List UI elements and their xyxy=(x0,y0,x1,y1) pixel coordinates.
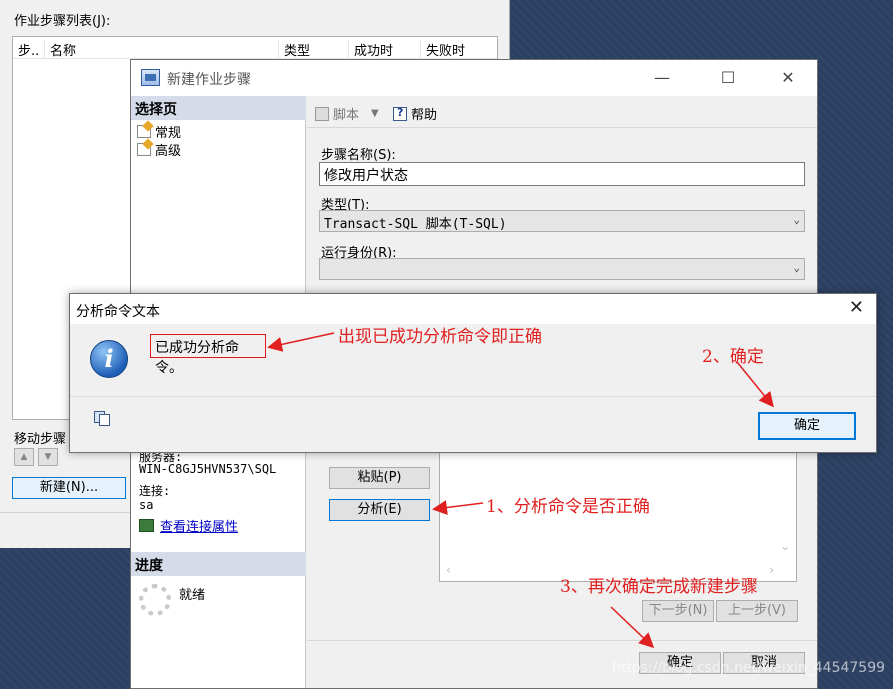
dialog-titlebar[interactable]: 新建作业步骤 — ☐ ✕ xyxy=(131,60,817,96)
command-textarea[interactable]: ⌄ ‹ › xyxy=(439,452,797,582)
paste-button[interactable]: 粘贴(P) xyxy=(329,467,430,489)
type-select[interactable]: Transact-SQL 脚本(T-SQL) ⌄ xyxy=(319,210,805,232)
progress-header: 进度 xyxy=(131,552,306,576)
message-box-title: 分析命令文本 xyxy=(76,304,160,320)
message-footer: 确定 xyxy=(70,396,876,452)
parse-result-message-box: 分析命令文本 ✕ i 已成功分析命令。 确定 xyxy=(69,293,877,453)
link-label: 查看连接属性 xyxy=(160,520,239,535)
chevron-down-icon[interactable]: ▼ xyxy=(371,108,379,119)
help-label: 帮助 xyxy=(411,108,438,123)
info-icon: i xyxy=(90,340,128,378)
nav-item-label: 常规 xyxy=(155,126,182,141)
help-button[interactable]: 帮助 xyxy=(393,104,437,123)
dialog-title: 新建作业步骤 xyxy=(167,72,251,88)
annotation-step-3: 3、再次确定完成新建步骤 xyxy=(560,577,758,597)
close-icon[interactable]: ✕ xyxy=(765,66,811,90)
scroll-left-icon[interactable]: ‹ xyxy=(446,563,451,577)
progress-status: 就绪 xyxy=(179,588,206,603)
annotation-step-2: 2、确定 xyxy=(702,347,764,367)
prev-step-button[interactable]: 上一步(V) xyxy=(716,600,798,622)
view-connection-properties-link[interactable]: 查看连接属性 xyxy=(139,516,238,535)
annotation-step-1: 1、分析命令是否正确 xyxy=(486,497,650,517)
move-step-label: 移动步骤 xyxy=(14,432,67,447)
close-icon[interactable]: ✕ xyxy=(849,297,864,318)
server-value: WIN-C8GJ5HVN537\SQL xyxy=(139,462,277,476)
chevron-down-icon: ⌄ xyxy=(793,213,800,226)
move-up-button[interactable]: ▲ xyxy=(14,448,34,466)
steps-list-label: 作业步骤列表(J): xyxy=(14,14,111,29)
new-step-button[interactable]: 新建(N)... xyxy=(12,477,126,499)
steps-list-header: 步.. 名称 类型 成功时 失败时 xyxy=(13,37,497,59)
connection-value: sa xyxy=(139,498,154,512)
run-as-select[interactable]: ⌄ xyxy=(319,258,805,280)
scroll-down-icon[interactable]: ⌄ xyxy=(780,539,790,553)
column-header-on-failure[interactable]: 失败时 xyxy=(421,40,499,59)
move-down-button[interactable]: ▼ xyxy=(38,448,58,466)
step-name-input[interactable]: 修改用户状态 xyxy=(319,162,805,186)
next-step-button[interactable]: 下一步(N) xyxy=(642,600,714,622)
scroll-right-icon[interactable]: › xyxy=(769,563,774,577)
properties-icon xyxy=(139,519,154,532)
page-icon xyxy=(137,143,151,156)
script-icon xyxy=(315,106,329,121)
column-header-type[interactable]: 类型 xyxy=(279,40,349,59)
script-label: 脚本 xyxy=(333,108,360,123)
nav-item-advanced[interactable]: 高级 xyxy=(137,140,181,159)
chevron-down-icon: ⌄ xyxy=(793,261,800,274)
app-icon xyxy=(141,69,160,86)
nav-item-general[interactable]: 常规 xyxy=(137,122,181,141)
column-header-name[interactable]: 名称 xyxy=(45,40,279,59)
column-header-step[interactable]: 步.. xyxy=(13,40,45,59)
column-header-on-success[interactable]: 成功时 xyxy=(349,40,421,59)
type-select-value: Transact-SQL 脚本(T-SQL) xyxy=(324,217,507,232)
progress-spinner-icon xyxy=(139,584,171,616)
copy-icon[interactable] xyxy=(94,411,110,426)
divider xyxy=(307,640,817,641)
message-ok-button[interactable]: 确定 xyxy=(758,412,856,440)
step-name-label: 步骤名称(S): xyxy=(321,148,396,163)
nav-item-label: 高级 xyxy=(155,144,182,159)
watermark: https://blog.csdn.net/weixin_44547599 xyxy=(612,660,886,676)
maximize-icon[interactable]: ☐ xyxy=(705,66,751,90)
script-button[interactable]: 脚本 ▼ xyxy=(315,104,379,123)
parse-button[interactable]: 分析(E) xyxy=(329,499,430,521)
toolbar: 脚本 ▼ 帮助 xyxy=(307,96,817,128)
select-page-header: 选择页 xyxy=(131,96,306,120)
minimize-icon[interactable]: — xyxy=(639,66,685,90)
annotation-success: 出现已成功分析命令即正确 xyxy=(338,327,542,347)
message-text: 已成功分析命令。 xyxy=(150,334,266,376)
connection-label: 连接: xyxy=(139,484,171,498)
help-icon xyxy=(393,106,407,121)
page-icon xyxy=(137,125,151,138)
